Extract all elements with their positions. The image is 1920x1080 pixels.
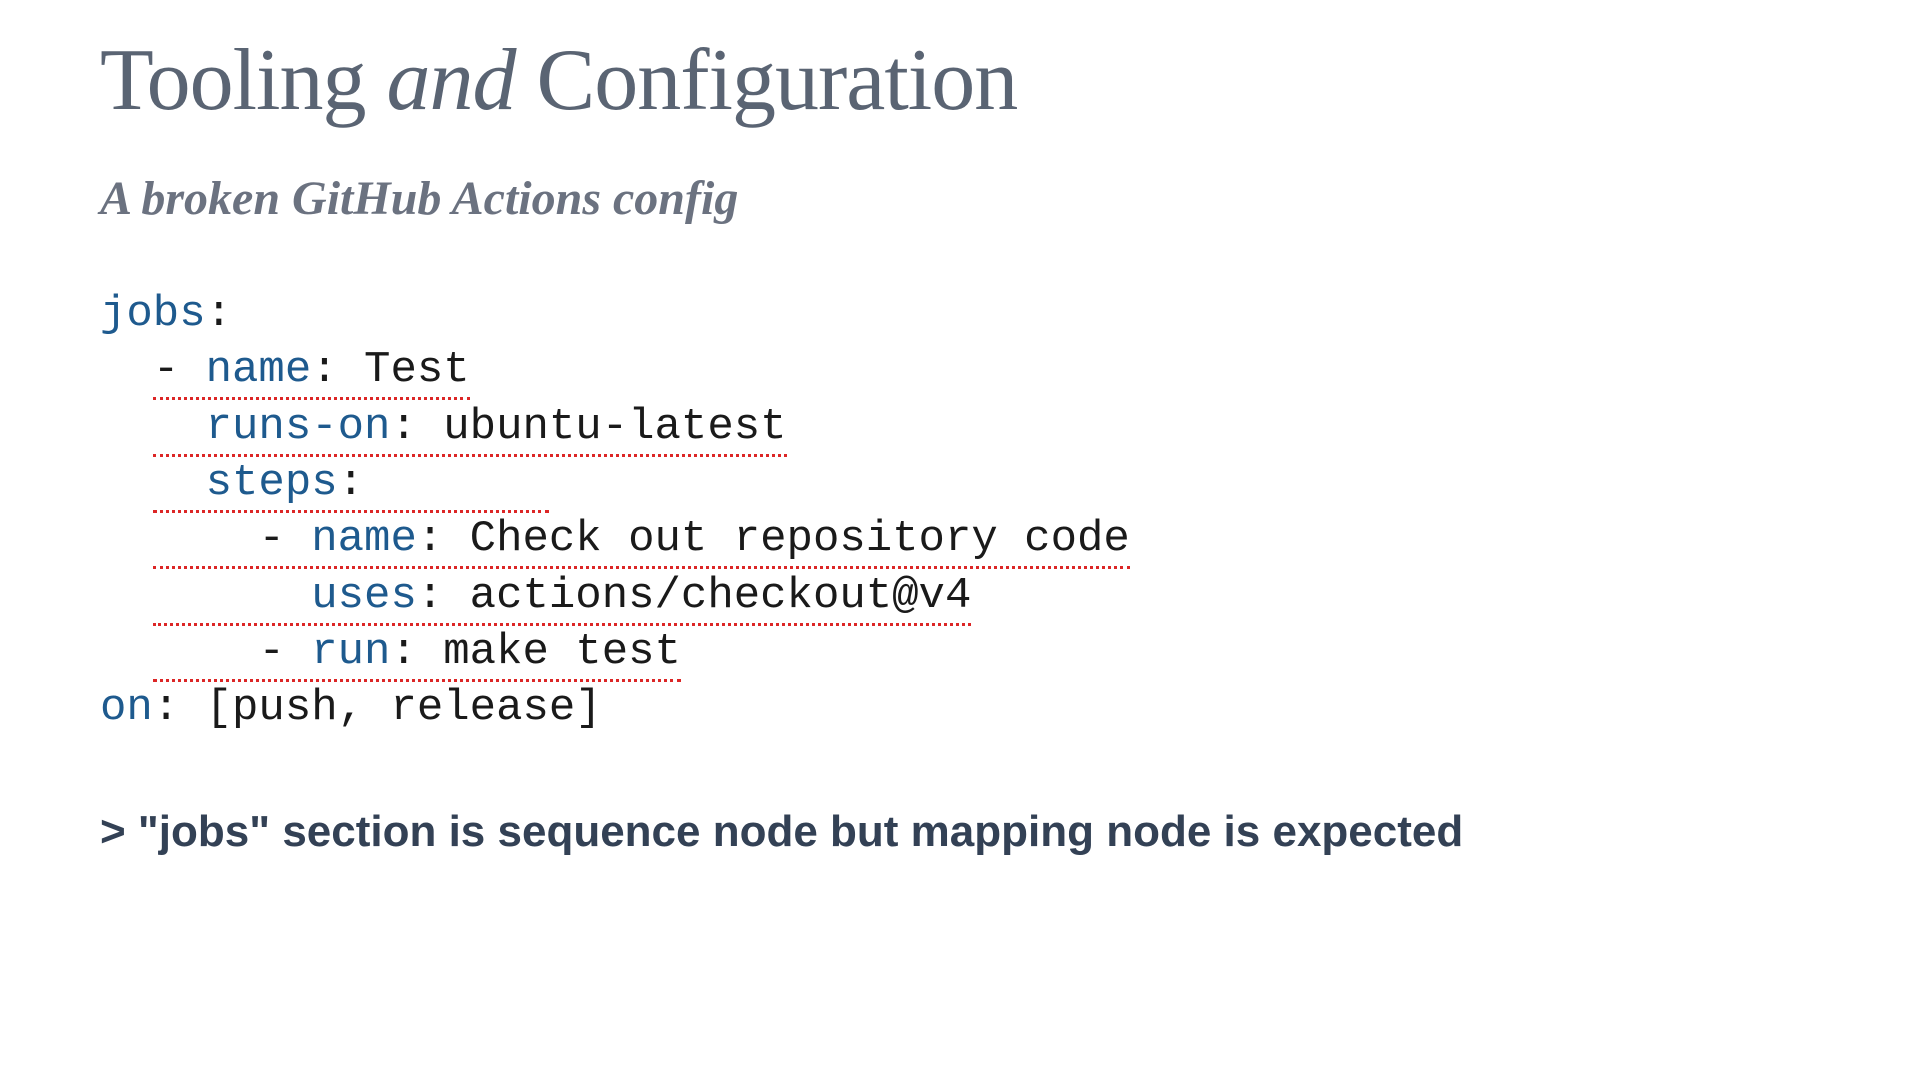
code-colon: :	[390, 402, 416, 452]
indent	[100, 458, 153, 508]
error-message: > "jobs" section is sequence node but ma…	[100, 807, 1820, 857]
code-name-key: name	[206, 345, 312, 395]
code-colon: :	[153, 683, 179, 733]
code-line3-err: runs-on: ubuntu-latest	[153, 402, 787, 457]
indent	[153, 627, 259, 677]
code-line5-err: - name: Check out repository code	[153, 514, 1130, 569]
code-uses-key: uses	[311, 571, 417, 621]
code-runs-on-value: ubuntu-latest	[417, 402, 787, 452]
code-colon: :	[206, 289, 232, 339]
subtitle: A broken GitHub Actions config	[100, 171, 1820, 226]
page-title: Tooling and Configuration	[100, 30, 1820, 131]
code-colon: :	[417, 514, 443, 564]
title-part1: Tooling	[100, 32, 387, 129]
title-part2: Configuration	[516, 32, 1018, 129]
indent	[153, 402, 206, 452]
code-checkout-value: Check out repository code	[443, 514, 1130, 564]
code-colon: :	[311, 345, 337, 395]
code-colon: :	[338, 458, 364, 508]
code-test-value: Test	[338, 345, 470, 395]
indent	[100, 627, 153, 677]
code-dash: -	[258, 627, 311, 677]
indent	[153, 514, 259, 564]
code-line2-err: - name: Test	[153, 345, 470, 400]
title-italic: and	[387, 32, 516, 129]
indent	[153, 458, 206, 508]
code-on-key: on	[100, 683, 153, 733]
code-name-key2: name	[311, 514, 417, 564]
code-line7-err: - run: make test	[153, 627, 681, 682]
error-prefix: >	[100, 807, 138, 856]
code-run-key: run	[311, 627, 390, 677]
indent	[100, 402, 153, 452]
code-line6-err: uses: actions/checkout@v4	[153, 571, 972, 626]
code-line4-err: steps:	[153, 458, 549, 513]
steps-trailing	[364, 458, 549, 508]
indent	[100, 345, 153, 395]
code-run-value: make test	[417, 627, 681, 677]
code-block: jobs: - name: Test runs-on: ubuntu-lates…	[100, 286, 1820, 737]
code-jobs-key: jobs	[100, 289, 206, 339]
code-colon: :	[390, 627, 416, 677]
code-colon: :	[417, 571, 443, 621]
error-text: "jobs" section is sequence node but mapp…	[138, 807, 1463, 856]
code-uses-value: actions/checkout@v4	[443, 571, 971, 621]
code-steps-key: steps	[206, 458, 338, 508]
indent	[100, 571, 153, 621]
indent	[153, 571, 311, 621]
code-runs-on-key: runs-on	[206, 402, 391, 452]
code-dash: -	[258, 514, 311, 564]
indent	[100, 514, 153, 564]
code-dash: -	[153, 345, 206, 395]
code-on-value: [push, release]	[179, 683, 601, 733]
